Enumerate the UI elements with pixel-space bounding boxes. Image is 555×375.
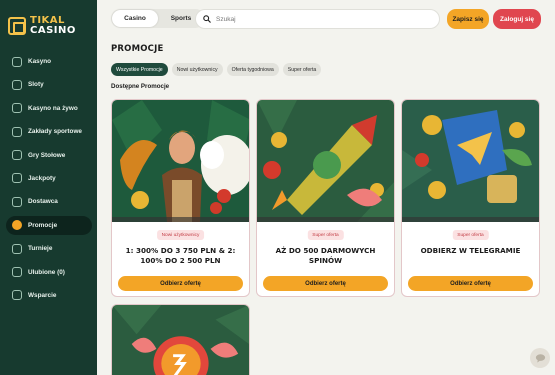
provider-icon [12,196,22,207]
chat-support-button[interactable] [530,348,550,368]
sidebar-item-promocje[interactable]: Promocje [6,215,92,235]
sidebar-item-label: Sloty [28,81,44,89]
top-bar: Casino Sports Zapisz się Zaloguj się [97,0,555,38]
promo-title: ODBIERZ W TELEGRAMIE [420,246,521,255]
section-heading: Dostępne Promocje [111,83,170,90]
sidebar-item-turnieje[interactable]: Turnieje [6,239,92,258]
search-input[interactable] [216,15,426,23]
main-content: Casino Sports Zapisz się Zaloguj się PRO… [97,0,555,375]
sidebar-item-label: Kasyno [28,58,52,65]
casino-icon [12,56,22,67]
tikal-casino-logo[interactable]: TIKAL CASINO [8,12,92,40]
sidebar-nav: Kasyno Sloty Kasyno na żywo Zakłady sportow… [6,52,92,309]
sidebar: TIKAL CASINO Kasyno Sloty Kasyno na żywo Za… [0,0,97,375]
filter-weekly-offer[interactable]: Oferta tygodniowa [226,63,279,76]
sidebar-item-label: Zakłady sportowe [28,128,82,136]
sidebar-item-jackpoty[interactable]: Jackpoty [6,169,92,188]
promo-image-explorer [112,100,249,222]
promo-card[interactable]: Super oferta ODBIERZ W TELEGRAMIE Odbier… [401,99,540,297]
sidebar-item-ulubione-0[interactable]: Ulubione (0) [6,263,92,282]
sidebar-item-label: Kasyno na żywo [28,104,78,112]
register-button[interactable]: Zapisz się [447,9,489,29]
filter-new-users[interactable]: Nowi użytkownicy [171,63,223,76]
sports-betting-icon [12,126,22,137]
login-button[interactable]: Zaloguj się [493,9,541,29]
promo-title: 1: 300% DO 3 750 PLN & 2: 100% DO 2 500 … [125,246,236,265]
sidebar-item-label: Turnieje [28,245,53,253]
sidebar-item-dostawca[interactable]: Dostawca [6,192,92,211]
promo-badge: Super oferta [452,230,489,240]
sidebar-item-gry-stołowe[interactable]: Gry Stołowe [6,146,92,165]
logo-line-2: CASINO [30,25,76,36]
sidebar-item-kasyno[interactable]: Kasyno [6,52,92,71]
promo-card[interactable] [111,304,250,375]
sidebar-item-sloty[interactable]: Sloty [6,75,92,94]
promo-image-telegram [402,100,539,222]
sidebar-item-label: Jackpoty [28,174,56,182]
claim-offer-button[interactable]: Odbierz ofertę [408,276,533,291]
casino-sports-toggle: Casino Sports [111,9,205,28]
promo-filters: Wszystkie Promocje Nowi użytkownicy Ofer… [111,63,325,76]
sidebar-item-wsparcie[interactable]: Wsparcie [6,286,92,305]
promo-image-rocket [257,100,394,222]
slots-icon [12,79,22,90]
logo-icon [8,17,26,35]
tab-casino[interactable]: Casino [112,10,158,27]
promo-badge: Nowi użytkownicy [156,230,205,240]
page-title: PROMOCJE [111,44,164,54]
sidebar-item-label: Ulubione (0) [28,268,65,276]
tournaments-icon [12,243,22,254]
sidebar-item-zakłady-sportowe[interactable]: Zakłady sportowe [6,122,92,141]
sidebar-item-label: Dostawca [28,198,58,206]
filter-all-promotions[interactable]: Wszystkie Promocje [111,63,168,76]
support-icon [12,290,22,301]
sidebar-item-kasyno-na-żywo[interactable]: Kasyno na żywo [6,99,92,118]
sidebar-item-label: Wsparcie [28,291,57,299]
promo-card[interactable]: Super oferta AŻ DO 500 DARMOWYCH SPINÓW … [256,99,395,297]
sidebar-item-label: Gry Stołowe [28,151,66,159]
chat-icon [535,353,545,363]
claim-offer-button[interactable]: Odbierz ofertę [263,276,388,291]
table-games-icon [12,150,22,161]
favorites-icon [12,267,22,278]
jackpot-icon [12,173,22,184]
sidebar-item-label: Promocje [28,221,58,229]
promo-card[interactable]: Nowi użytkownicy 1: 300% DO 3 750 PLN & … [111,99,250,297]
promo-image-bonus-3 [112,305,249,375]
promo-title: AŻ DO 500 DARMOWYCH SPINÓW [275,246,376,265]
claim-offer-button[interactable]: Odbierz ofertę [118,276,243,291]
search-bar[interactable] [195,9,440,29]
promo-badge: Super oferta [307,230,344,240]
search-icon [203,15,211,23]
filter-super-offer[interactable]: Super oferta [282,63,322,76]
live-casino-icon [12,103,22,114]
promotions-icon [12,220,22,231]
